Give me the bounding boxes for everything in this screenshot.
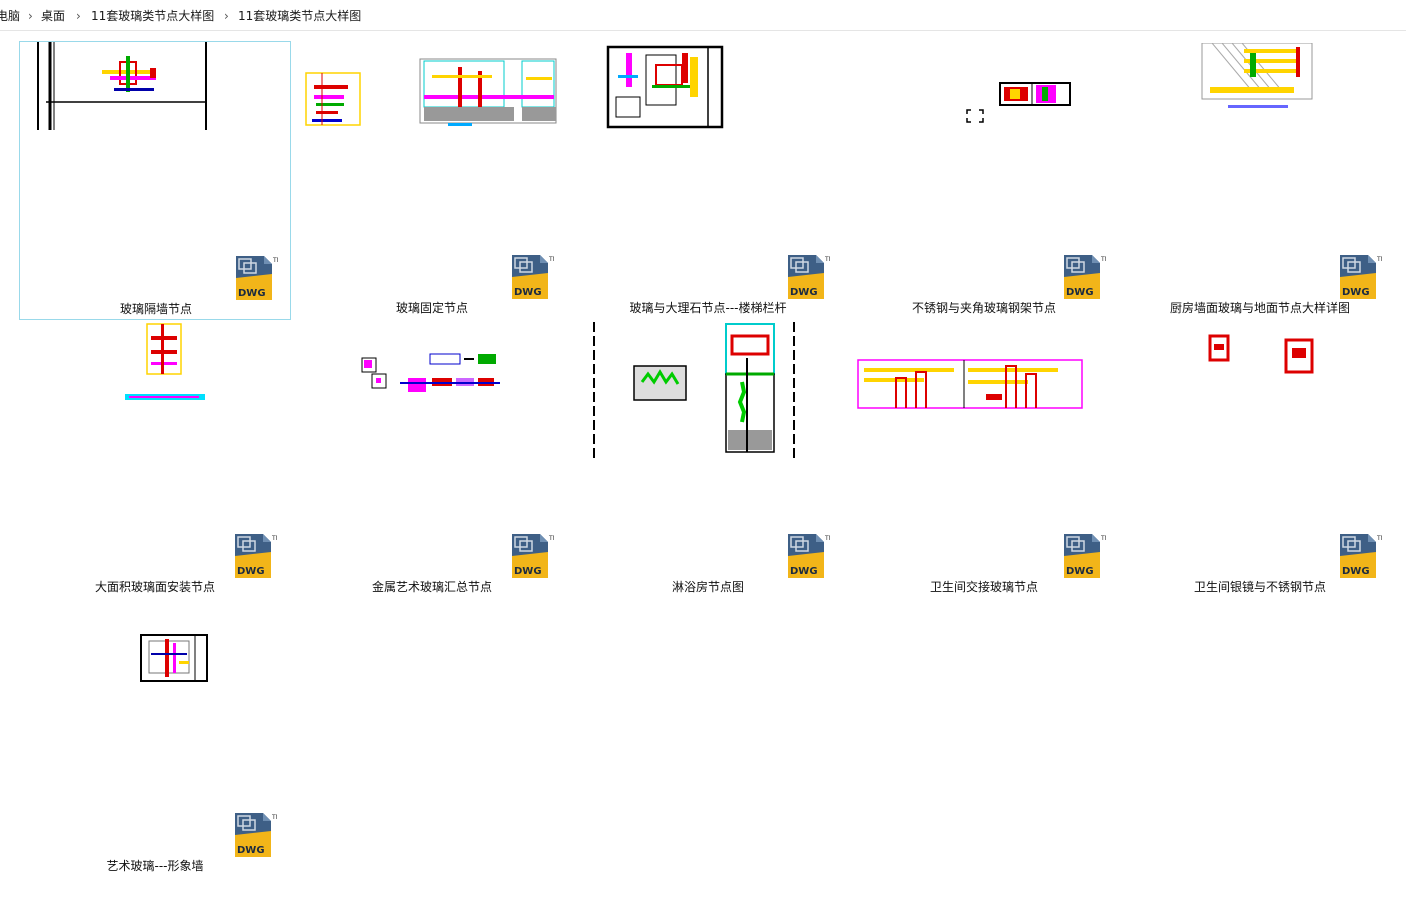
file-name: 淋浴房节点图 xyxy=(671,580,744,594)
chevron-right-icon[interactable]: › xyxy=(28,8,33,24)
file-name: 玻璃固定节点 xyxy=(395,301,468,315)
file-tile[interactable]: DWG TM 金属艺术玻璃汇总节点 xyxy=(296,320,568,599)
svg-text:TM: TM xyxy=(1100,535,1106,542)
svg-text:TM: TM xyxy=(824,535,830,542)
svg-text:DWG: DWG xyxy=(1342,566,1370,577)
svg-text:DWG: DWG xyxy=(1342,287,1370,298)
file-name: 艺术玻璃---形象墙 xyxy=(106,859,204,873)
dwg-file-icon: DWG TM xyxy=(788,255,830,299)
file-tile[interactable]: DWG TM 厨房墙面玻璃与地面节点大样详图 xyxy=(1124,41,1396,320)
dwg-file-icon: DWG TM xyxy=(788,534,830,578)
breadcrumb-item-desktop[interactable]: 桌面 xyxy=(41,8,65,24)
chevron-right-icon[interactable]: › xyxy=(224,8,229,24)
file-tile[interactable]: DWG TM 卫生间交接玻璃节点 xyxy=(848,320,1120,599)
svg-text:DWG: DWG xyxy=(237,566,265,577)
svg-text:DWG: DWG xyxy=(514,287,542,298)
file-tile[interactable]: DWG TM 玻璃隔墙节点 xyxy=(19,41,291,320)
cad-thumbnail xyxy=(1201,43,1313,108)
dwg-file-icon: DWG TM xyxy=(236,256,278,300)
svg-text:DWG: DWG xyxy=(790,566,818,577)
dwg-file-icon: DWG TM xyxy=(235,534,277,578)
cad-thumbnail xyxy=(999,82,1071,106)
address-bar: 电脑 › 桌面 › 11套玻璃类节点大样图 › 11套玻璃类节点大样图 xyxy=(0,0,1406,31)
svg-text:TM: TM xyxy=(824,256,830,263)
dwg-file-icon: DWG TM xyxy=(1064,255,1106,299)
svg-text:DWG: DWG xyxy=(238,288,266,299)
cad-thumbnail xyxy=(857,359,1083,409)
cad-thumbnail xyxy=(37,42,207,130)
file-name: 大面积玻璃面安装节点 xyxy=(94,580,215,594)
svg-text:TM: TM xyxy=(271,535,277,542)
file-name: 卫生间交接玻璃节点 xyxy=(929,580,1038,594)
cad-thumbnail xyxy=(606,45,724,129)
file-tile[interactable]: DWG TM 玻璃固定节点 xyxy=(296,41,568,320)
svg-text:TM: TM xyxy=(548,535,554,542)
svg-text:TM: TM xyxy=(1376,256,1382,263)
svg-text:DWG: DWG xyxy=(790,287,818,298)
file-name: 金属艺术玻璃汇总节点 xyxy=(371,580,492,594)
svg-text:DWG: DWG xyxy=(237,845,265,856)
file-name: 玻璃隔墙节点 xyxy=(119,302,192,316)
svg-text:TM: TM xyxy=(271,814,277,821)
breadcrumb-item-computer[interactable]: 电脑 xyxy=(0,8,20,24)
file-name: 玻璃与大理石节点---楼梯栏杆 xyxy=(629,301,787,315)
chevron-right-icon[interactable]: › xyxy=(76,8,81,24)
svg-text:TM: TM xyxy=(272,257,278,264)
file-tile[interactable]: DWG TM 卫生间银镜与不锈钢节点 xyxy=(1124,320,1396,599)
dwg-file-icon: DWG TM xyxy=(235,813,277,857)
cad-thumbnail xyxy=(361,353,500,392)
svg-text:DWG: DWG xyxy=(1066,566,1094,577)
file-tile[interactable]: DWG TM 艺术玻璃---形象墙 xyxy=(19,599,291,878)
file-name: 卫生间银镜与不锈钢节点 xyxy=(1193,580,1326,594)
dwg-file-icon: DWG TM xyxy=(512,534,554,578)
file-tile[interactable]: DWG TM 淋浴房节点图 xyxy=(572,320,844,599)
svg-text:TM: TM xyxy=(1100,256,1106,263)
svg-text:DWG: DWG xyxy=(514,566,542,577)
file-tile[interactable]: DWG TM 玻璃与大理石节点---楼梯栏杆 xyxy=(572,41,844,320)
file-name: 不锈钢与夹角玻璃钢架节点 xyxy=(911,301,1056,315)
dwg-file-icon: DWG TM xyxy=(1340,255,1382,299)
dwg-file-icon: DWG TM xyxy=(512,255,554,299)
cad-thumbnail xyxy=(593,322,795,458)
breadcrumb-item-folder[interactable]: 11套玻璃类节点大样图 xyxy=(91,8,214,24)
file-name: 厨房墙面玻璃与地面节点大样详图 xyxy=(1169,301,1350,315)
svg-text:TM: TM xyxy=(1376,535,1382,542)
cad-thumbnail xyxy=(305,72,361,126)
file-tile[interactable]: DWG TM 不锈钢与夹角玻璃钢架节点 xyxy=(848,41,1120,320)
svg-text:TM: TM xyxy=(548,256,554,263)
cad-thumbnail xyxy=(140,634,208,682)
fullscreen-icon xyxy=(966,109,984,123)
cad-thumbnail xyxy=(1208,334,1314,374)
cad-thumbnail xyxy=(419,58,557,126)
file-tile[interactable]: DWG TM 大面积玻璃面安装节点 xyxy=(19,320,291,599)
cad-thumbnail xyxy=(125,323,205,400)
dwg-file-icon: DWG TM xyxy=(1340,534,1382,578)
dwg-file-icon: DWG TM xyxy=(1064,534,1106,578)
breadcrumb-item-current[interactable]: 11套玻璃类节点大样图 xyxy=(238,8,361,24)
svg-text:DWG: DWG xyxy=(1066,287,1094,298)
